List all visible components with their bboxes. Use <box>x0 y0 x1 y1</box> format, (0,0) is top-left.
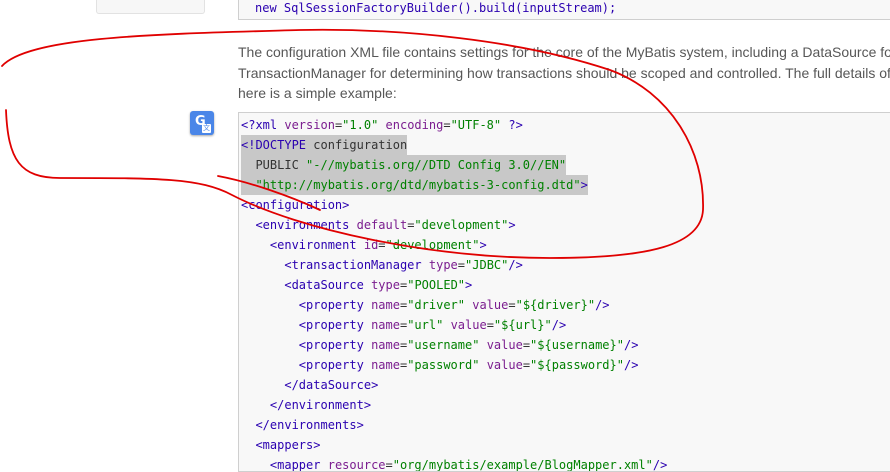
code-line: <configuration> <box>241 198 350 212</box>
code-line: <mappers> <box>255 438 321 452</box>
code-block-xml-config[interactable]: <?xml version="1.0" encoding="UTF-8" ?> <… <box>238 112 890 472</box>
translate-language-icon: 文 <box>202 124 211 133</box>
code-line: <environment id="development"> <box>269 238 487 252</box>
code-line: <transactionManager type="JDBC"/> <box>284 258 523 272</box>
code-line: <mapper resource="org/mybatis/example/Bl… <box>269 458 668 472</box>
code-line: <property name="url" value="${url}"/> <box>298 318 567 332</box>
description-paragraph: The configuration XML file contains sett… <box>238 42 890 104</box>
code-line: <environments default="development"> <box>255 218 516 232</box>
google-translate-button[interactable]: G 文 <box>190 111 214 135</box>
paragraph-line: TransactionManager for determining how t… <box>238 64 890 81</box>
code-line: <property name="driver" value="${driver}… <box>298 298 610 312</box>
code-line: "http://mybatis.org/dtd/mybatis-3-config… <box>241 175 588 195</box>
code-line: </dataSource> <box>284 378 379 392</box>
code-line: <dataSource type="POOLED"> <box>284 278 473 292</box>
code-block-previous: new SqlSessionFactoryBuilder().build(inp… <box>238 0 890 20</box>
code-line: <!DOCTYPE configuration <box>241 135 408 155</box>
code-line: </environment> <box>269 398 372 412</box>
code-line: <property name="username" value="${usern… <box>298 338 639 352</box>
paragraph-line: The configuration XML file contains sett… <box>238 44 890 60</box>
code-line: </environments> <box>255 418 364 432</box>
code-line: PUBLIC "-//mybatis.org//DTD Config 3.0//… <box>241 155 567 175</box>
paragraph-line: here is a simple example: <box>238 85 397 101</box>
code-line: <?xml version="1.0" encoding="UTF-8" ?> <box>241 118 523 132</box>
code-line: <property name="password" value="${passw… <box>298 358 639 372</box>
code-snippet: new SqlSessionFactoryBuilder().build(inp… <box>255 1 617 15</box>
code-line: new SqlSessionFactoryBuilder().build(inp… <box>255 0 616 16</box>
sidebar-card <box>96 0 205 14</box>
